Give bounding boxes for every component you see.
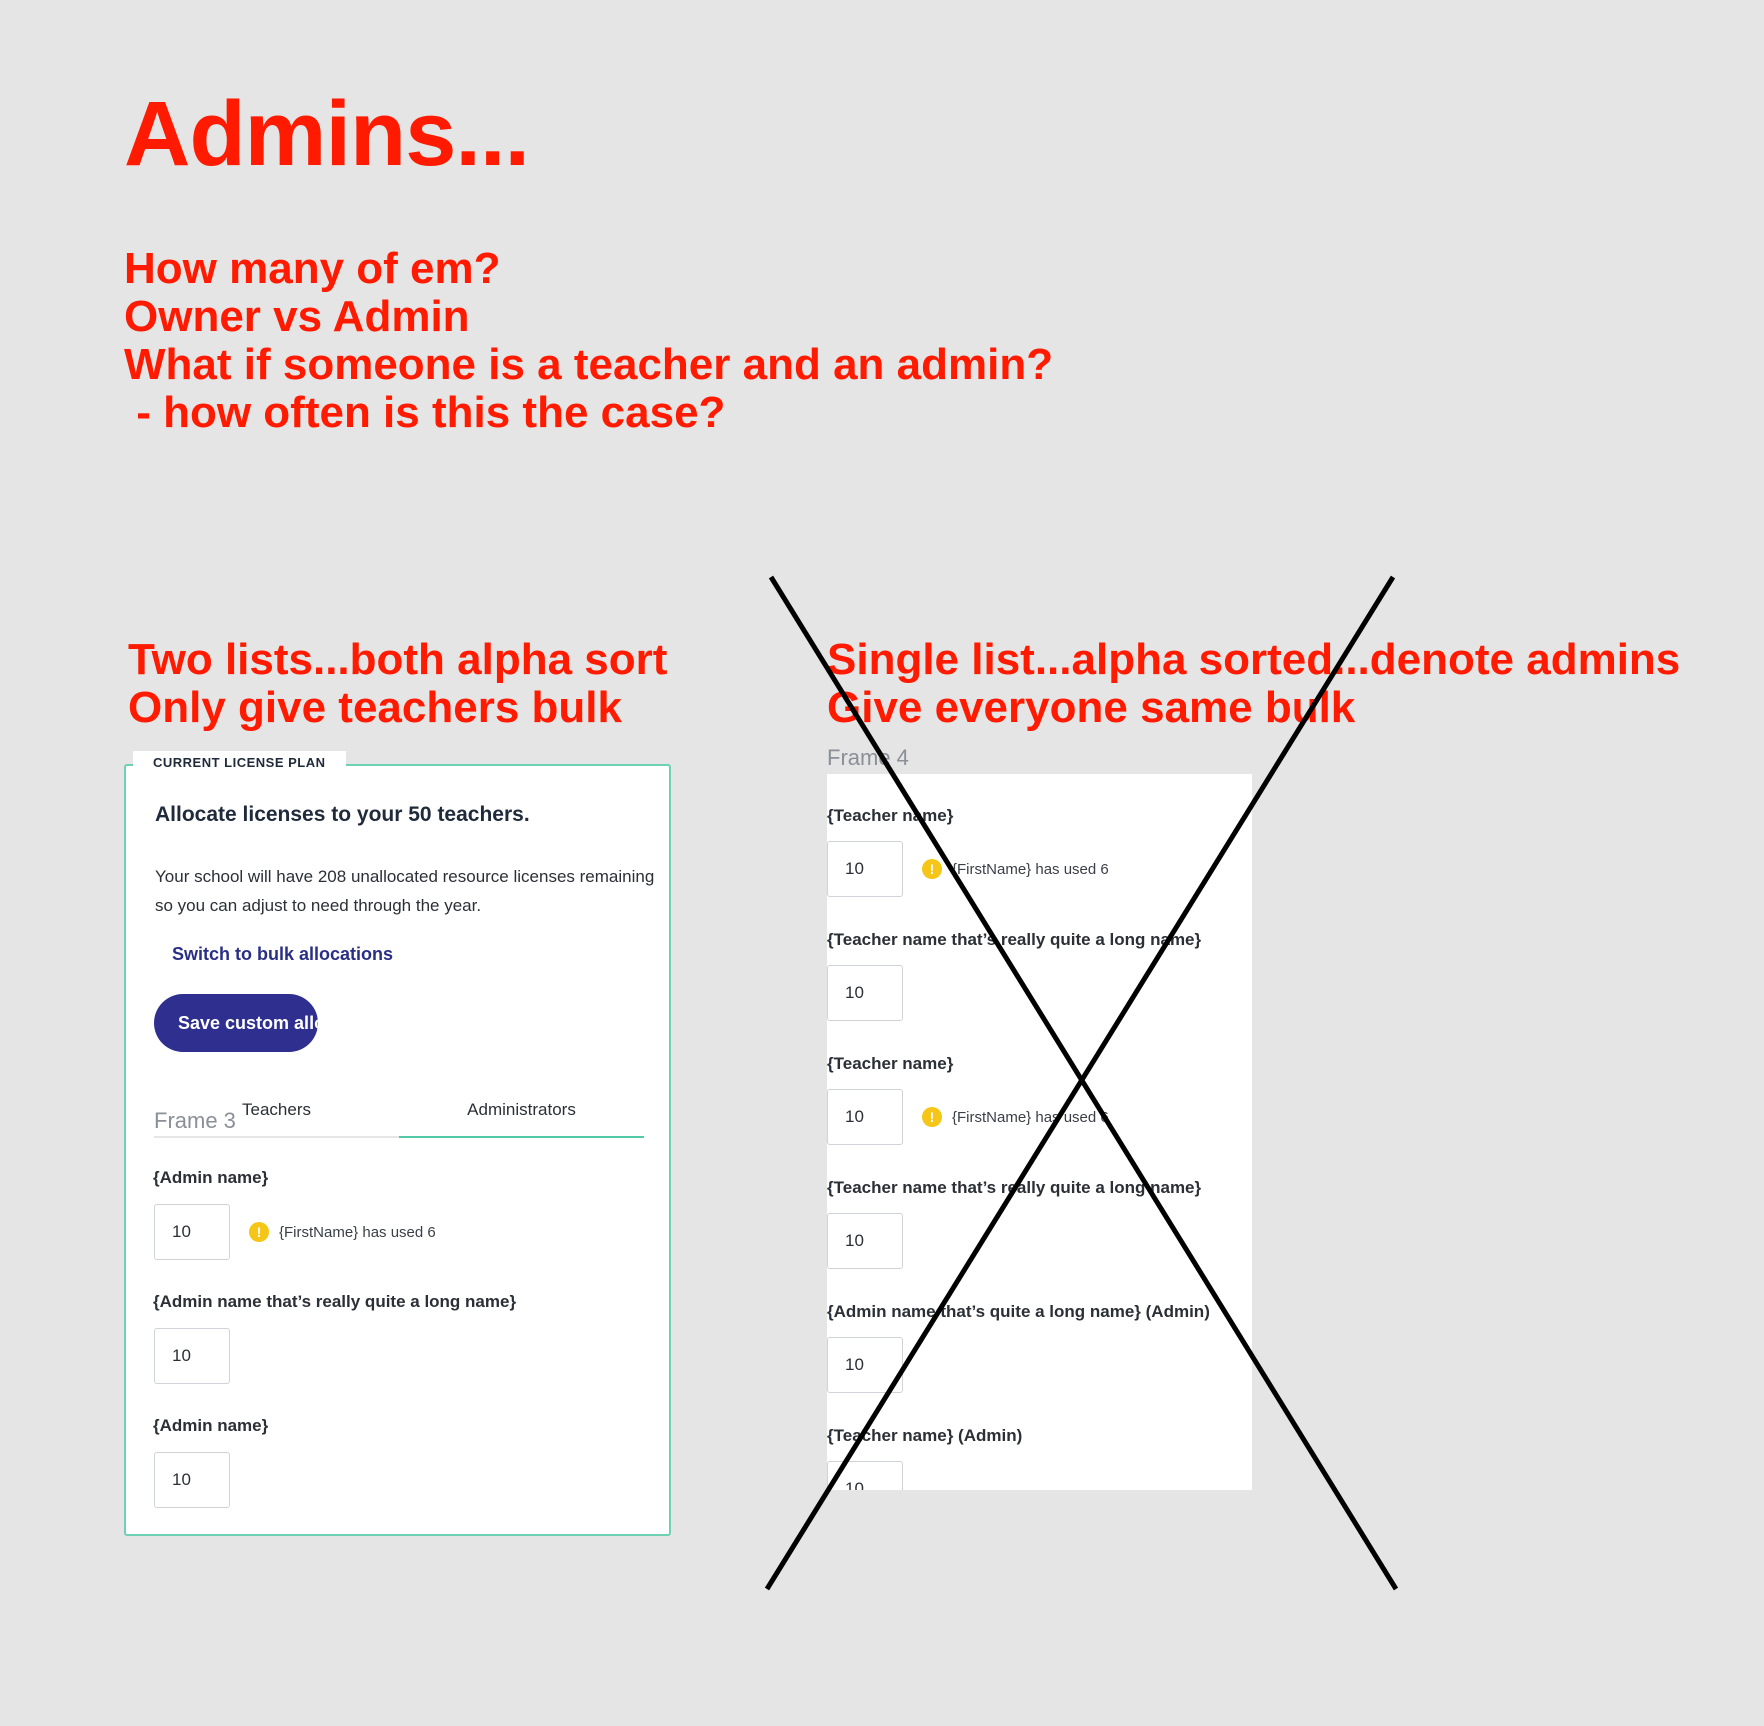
license-plan-card: Allocate licenses to your 50 teachers. Y…	[124, 764, 671, 1536]
tab-administrators-label: Administrators	[467, 1100, 576, 1119]
license-count-input[interactable]: 10	[154, 1204, 230, 1260]
license-count-input[interactable]: 10	[827, 965, 903, 1021]
role-tabs: Teachers Administrators	[154, 1096, 644, 1138]
right-option-line-1: Single list...alpha sorted...denote admi…	[827, 635, 1681, 684]
admin-row-name: {Admin name}	[153, 1416, 269, 1435]
switch-to-bulk-link[interactable]: Switch to bulk allocations	[172, 944, 393, 965]
license-count-input[interactable]: 10	[827, 1213, 903, 1269]
admin-row-name: {Teacher name} (Admin)	[827, 1426, 1023, 1445]
usage-warning: ! {FirstName} has used 6	[922, 1107, 1109, 1127]
teacher-row-name: {Teacher name that’s really quite a long…	[827, 1178, 1202, 1197]
right-option-heading: Single list...alpha sorted...denote admi…	[827, 636, 1680, 732]
teacher-row-name: {Teacher name}	[827, 1054, 954, 1073]
single-list-frame: {Teacher name} 10 ! {FirstName} has used…	[827, 774, 1252, 1490]
admin-row-name: {Admin name}	[153, 1168, 269, 1187]
page-title: Admins...	[124, 83, 530, 185]
tab-administrators[interactable]: Administrators	[399, 1096, 644, 1138]
usage-warning: ! {FirstName} has used 6	[249, 1222, 436, 1242]
admin-row-name: {Admin name that’s really quite a long n…	[153, 1292, 517, 1311]
license-count-input[interactable]: 10	[827, 1337, 903, 1393]
license-count-input[interactable]: 10	[154, 1452, 230, 1508]
usage-warning: ! {FirstName} has used 6	[922, 859, 1109, 879]
card-heading: Allocate licenses to your 50 teachers.	[155, 803, 530, 826]
warning-icon: !	[922, 859, 942, 879]
left-option-line-1: Two lists...both alpha sort	[128, 635, 668, 684]
question-item: How many of em?	[124, 244, 501, 293]
right-option-line-2: Give everyone same bulk	[827, 683, 1356, 732]
question-item: What if someone is a teacher and an admi…	[124, 340, 1054, 389]
question-item: Owner vs Admin	[124, 292, 470, 341]
teacher-row-name: {Teacher name}	[827, 806, 954, 825]
card-description: Your school will have 208 unallocated re…	[155, 867, 655, 915]
license-count-input[interactable]: 10	[827, 1461, 903, 1490]
usage-warning-text: {FirstName} has used 6	[952, 1108, 1109, 1126]
tab-teachers-label: Teachers	[242, 1100, 311, 1119]
question-item: - how often is this the case?	[124, 388, 726, 437]
admin-row-name: {Admin name that’s quite a long name} (A…	[827, 1302, 1210, 1321]
frame-4-label: Frame 4	[827, 745, 909, 770]
warning-icon: !	[922, 1107, 942, 1127]
tab-teachers[interactable]: Teachers	[154, 1096, 399, 1138]
usage-warning-text: {FirstName} has used 6	[279, 1223, 436, 1241]
question-list: How many of em? Owner vs Admin What if s…	[124, 245, 1053, 437]
left-option-heading: Two lists...both alpha sort Only give te…	[128, 636, 667, 732]
license-count-input[interactable]: 10	[827, 841, 903, 897]
left-option-line-2: Only give teachers bulk	[128, 683, 622, 732]
save-custom-allocations-button[interactable]: Save custom allocations	[154, 994, 318, 1052]
usage-warning-text: {FirstName} has used 6	[952, 860, 1109, 878]
license-count-input[interactable]: 10	[154, 1328, 230, 1384]
current-license-plan-label: CURRENT LICENSE PLAN	[133, 751, 346, 774]
teacher-row-name: {Teacher name that’s really quite a long…	[827, 930, 1202, 949]
warning-icon: !	[249, 1222, 269, 1242]
license-count-input[interactable]: 10	[827, 1089, 903, 1145]
